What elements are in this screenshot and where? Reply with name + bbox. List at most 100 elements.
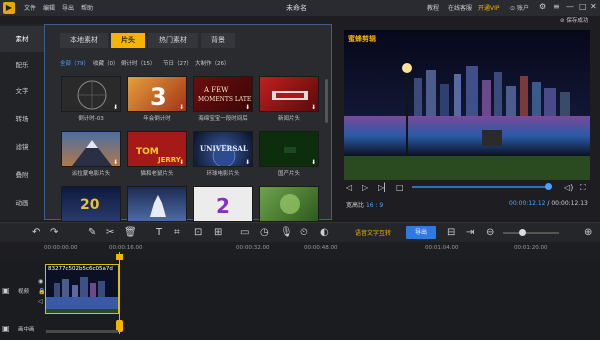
cut-icon[interactable]: ✂ <box>106 227 114 238</box>
play-icon[interactable]: ▷ <box>362 183 368 192</box>
svg-text:2: 2 <box>216 194 230 218</box>
maximize-icon[interactable]: □ <box>579 2 587 11</box>
account-button[interactable]: ⊙ 账户 <box>510 3 529 12</box>
edit-icon[interactable]: ✎ <box>88 227 96 238</box>
thumb-number-2[interactable]: 2 <box>193 186 253 222</box>
delete-icon[interactable]: 🗑 <box>124 227 137 238</box>
playhead-top-handle[interactable] <box>116 254 123 260</box>
stop-icon[interactable]: □ <box>396 183 404 192</box>
thumb-castle[interactable] <box>127 186 187 222</box>
tab-hot[interactable]: 热门素材 <box>148 33 198 48</box>
speed-icon[interactable]: ⏲ <box>300 227 308 238</box>
thumb-countdown[interactable]: ⬇ <box>61 76 121 112</box>
sidebar-item-overlay[interactable]: 叠附 <box>0 162 44 188</box>
crop-icon[interactable]: ⌗ <box>174 227 180 238</box>
download-icon[interactable]: ⬇ <box>112 104 119 111</box>
vip-link[interactable]: 开通VIP <box>478 3 500 12</box>
sidebar-item-material[interactable]: 素材 <box>0 26 44 52</box>
zoom-handle[interactable] <box>519 229 526 236</box>
progress-handle[interactable] <box>545 183 552 190</box>
thumb-annual-countdown[interactable]: 3 ⬇ <box>127 76 187 112</box>
thumb-news[interactable]: ⬇ <box>259 76 319 112</box>
tab-intro[interactable]: 片头 <box>111 33 145 48</box>
thumb-universal[interactable]: UNIVERSAL ⬇ <box>193 131 253 167</box>
sidebar-item-transition[interactable]: 转场 <box>0 106 44 132</box>
download-icon[interactable]: ⬇ <box>178 159 185 166</box>
prev-frame-icon[interactable]: ◁ <box>346 183 352 192</box>
timecode: 00:00:12.12 / 00:00:12.13 <box>509 200 588 207</box>
menu-file[interactable]: 文件 <box>24 3 36 12</box>
minimize-icon[interactable]: — <box>566 2 574 11</box>
thumb-nature[interactable] <box>259 186 319 222</box>
save-status: ⊘ 保存成功 <box>560 18 589 24</box>
sidebar-item-filter[interactable]: 滤镜 <box>0 134 44 160</box>
thumb-spongebob[interactable]: A FEW MOMENTS LATER ⬇ <box>193 76 253 112</box>
transform-icon[interactable]: ⊡ <box>194 227 202 238</box>
current-time: 00:00:12.12 <box>509 200 546 207</box>
zoom-slider[interactable] <box>503 232 559 234</box>
pip-track-bar[interactable] <box>46 330 118 333</box>
category-blockbuster[interactable]: 大制作（26） <box>195 59 230 67</box>
tab-background[interactable]: 背景 <box>201 33 235 48</box>
text-icon[interactable]: T <box>156 227 162 238</box>
download-icon[interactable]: ⬇ <box>244 104 251 111</box>
edit-toolbar: ↶ ↷ ✎ ✂ 🗑 T ⌗ ⊡ ⊞ ▭ ◷ 🎙 ⏲ ◐ 语音文字互转 导出 ⊟ … <box>0 222 600 242</box>
fullscreen-icon[interactable]: ⛶ <box>580 183 586 193</box>
next-frame-icon[interactable]: ▷▏ <box>378 183 390 192</box>
castle-icon <box>150 195 166 217</box>
clip-thumbnail-image <box>46 265 118 313</box>
menu-export[interactable]: 导出 <box>62 3 74 12</box>
settings-icon[interactable]: ⚙ <box>539 2 546 11</box>
screen-icon[interactable]: ▭ <box>240 227 249 238</box>
preview-video[interactable]: 蜜蜂剪辑 <box>344 30 590 180</box>
aspect-ratio[interactable]: 宽高比 16 : 9 <box>346 200 383 209</box>
video-clip[interactable]: 83277c502b5c6c05a7d <box>45 264 119 314</box>
thumb-label: 环球电影片头 <box>206 171 240 177</box>
online-service-link[interactable]: 在线客服 <box>448 3 472 12</box>
export-button[interactable]: 导出 <box>406 226 436 239</box>
thumb-tom-jerry[interactable]: TOM JERRY ⬇ <box>127 131 187 167</box>
category-favorites[interactable]: 收藏（0） <box>93 59 119 67</box>
menu-help[interactable]: 帮助 <box>81 3 93 12</box>
visibility-icon[interactable]: ◉ <box>38 278 43 285</box>
split-icon[interactable]: ⊟ <box>447 227 455 238</box>
sidebar-item-text[interactable]: 文字 <box>0 78 44 104</box>
zoom-out-icon[interactable]: ⊖ <box>486 227 494 238</box>
fit-icon[interactable]: ⇥ <box>466 227 474 238</box>
thumb-20th-century[interactable]: 20 <box>61 186 121 222</box>
speech-text-convert[interactable]: 语音文字互转 <box>355 228 391 237</box>
clock-icon[interactable]: ◷ <box>260 227 269 238</box>
mosaic-icon[interactable]: ⊞ <box>214 227 222 238</box>
thumb-domestic[interactable]: ⬇ <box>259 131 319 167</box>
category-all[interactable]: 全部（79） <box>60 59 89 67</box>
undo-icon[interactable]: ↶ <box>32 227 40 238</box>
library-scrollbar[interactable] <box>325 79 328 123</box>
preview-progress-bar[interactable] <box>412 186 548 188</box>
color-icon[interactable]: ◐ <box>320 227 329 238</box>
category-countdown[interactable]: 倒计时（15） <box>121 59 156 67</box>
download-icon[interactable]: ⬇ <box>310 159 317 166</box>
category-festival[interactable]: 节日（27） <box>163 59 192 67</box>
menu-icon[interactable]: ≡ <box>553 2 560 11</box>
account-label: 账户 <box>516 5 529 12</box>
tab-local[interactable]: 本地素材 <box>60 33 108 48</box>
svg-text:TOM: TOM <box>136 147 159 157</box>
tutorial-link[interactable]: 教程 <box>427 3 439 12</box>
ratio-label: 宽高比 <box>346 202 365 209</box>
zoom-in-icon[interactable]: ⊕ <box>584 227 592 238</box>
preview-panel: 蜜蜂剪辑 ◁ ▷ ▷▏ □ ◁) ⛶ <box>338 24 596 220</box>
download-icon[interactable]: ⬇ <box>178 104 185 111</box>
download-icon[interactable]: ⬇ <box>112 159 119 166</box>
close-icon[interactable]: ✕ <box>590 2 597 11</box>
volume-icon[interactable]: ◁) <box>564 183 573 192</box>
menu-edit[interactable]: 编辑 <box>43 3 55 12</box>
redo-icon[interactable]: ↷ <box>50 227 58 238</box>
sidebar-item-music[interactable]: 配乐 <box>0 52 44 78</box>
download-icon[interactable]: ⬇ <box>310 104 317 111</box>
timeline-ruler[interactable]: 00:00:00.00 00:00:16.00 00:00:32.00 00:0… <box>44 242 600 260</box>
download-icon[interactable]: ⬇ <box>244 159 251 166</box>
microphone-icon[interactable]: 🎙 <box>280 227 293 238</box>
sidebar-item-animation[interactable]: 动画 <box>0 190 44 216</box>
thumb-paramount[interactable]: ⬇ <box>61 131 121 167</box>
mute-icon[interactable]: ◁ <box>38 298 43 305</box>
